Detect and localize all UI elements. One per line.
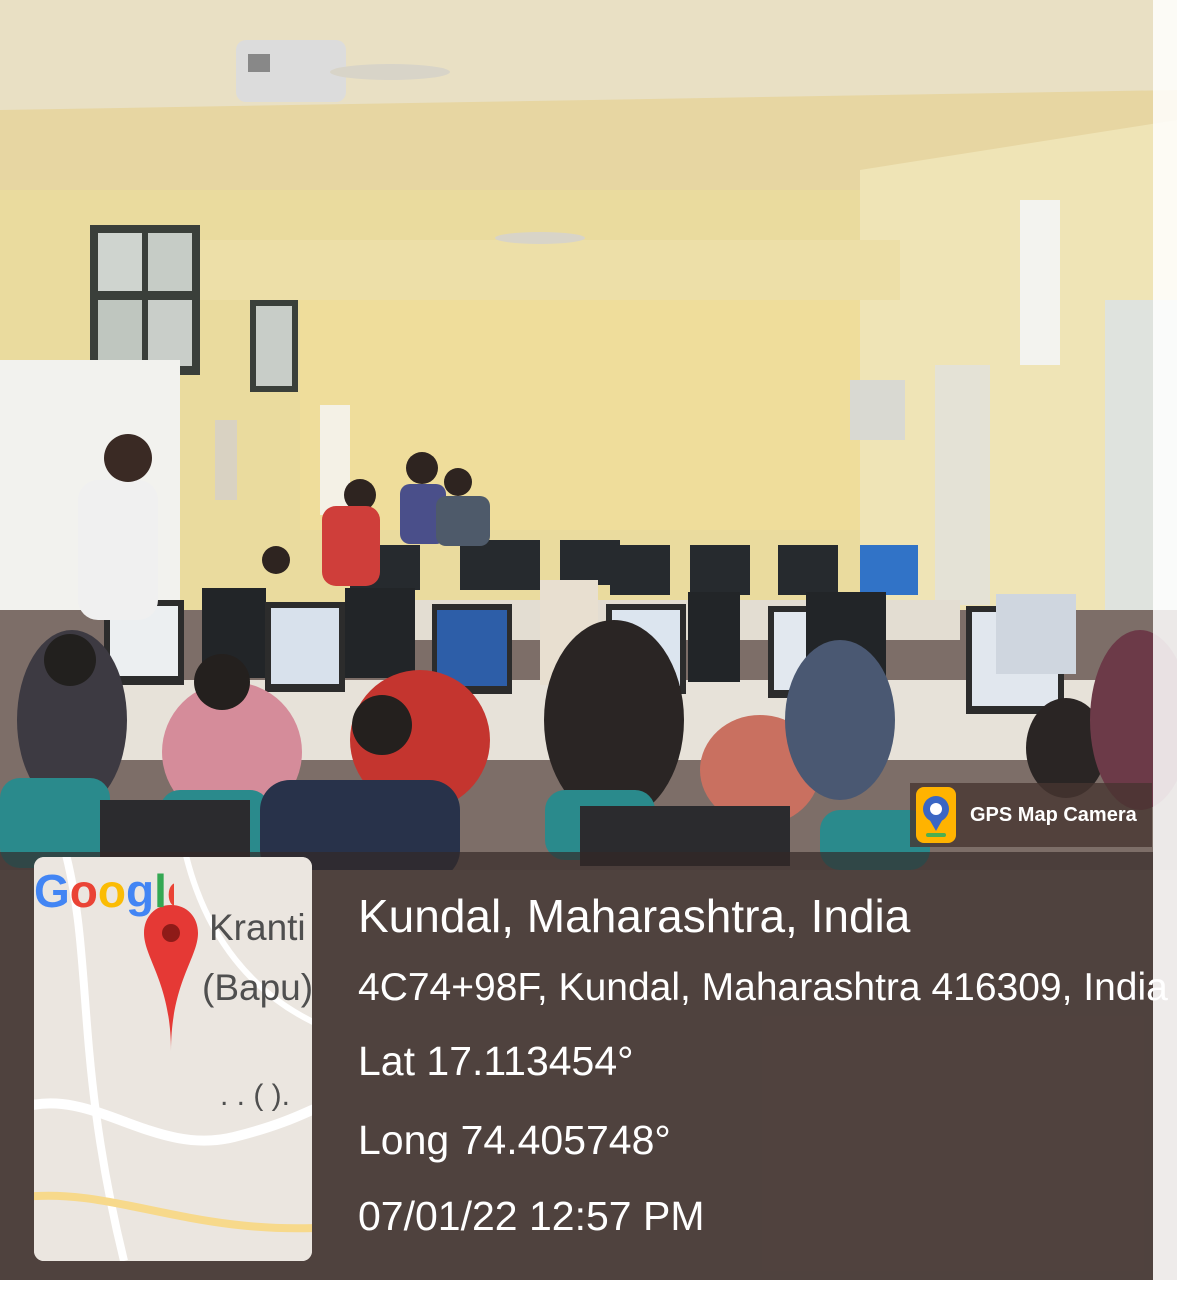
location-title: Kundal, Maharashtra, India <box>358 890 911 942</box>
map-thumbnail: Kranti (Bapu) . . ( ). Google <box>34 857 312 1261</box>
gps-map-camera-app-icon <box>916 787 956 843</box>
map-place-label-line1: Kranti <box>209 907 306 948</box>
gps-map-camera-stamp: GPS Map Camera <box>910 783 1152 847</box>
longitude-readout: Long 74.405748° <box>358 1117 671 1163</box>
timestamp: 07/01/22 12:57 PM <box>358 1193 705 1239</box>
svg-text:Google: Google <box>34 865 174 917</box>
photo-frame: GPS Map Camera Kranti (Bapu) . . ( ). Go… <box>0 0 1177 1303</box>
latitude-readout: Lat 17.113454° <box>358 1038 634 1084</box>
app-name-label: GPS Map Camera <box>970 803 1137 826</box>
map-place-label-line2: (Bapu) <box>202 967 312 1008</box>
location-address: 4C74+98F, Kundal, Maharashtra 416309, In… <box>358 966 1168 1009</box>
map-dots-label: . . ( ). <box>220 1079 290 1112</box>
google-logo: Google <box>34 865 174 917</box>
location-pin-icon <box>144 905 198 1051</box>
